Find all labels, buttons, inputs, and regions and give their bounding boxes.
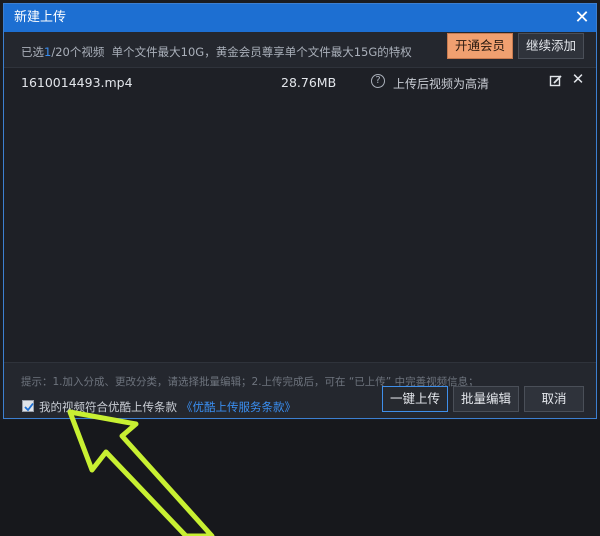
selected-prefix: 已选 — [21, 45, 44, 59]
file-name: 1610014493.mp4 — [21, 75, 133, 90]
file-size: 28.76MB — [281, 75, 337, 90]
continue-add-button[interactable]: 继续添加 — [518, 33, 584, 59]
selected-suffix: /20个视频 — [51, 45, 105, 59]
upload-button[interactable]: 一键上传 — [382, 386, 448, 412]
terms-link[interactable]: 《优酷上传服务条款》 — [181, 399, 296, 415]
close-icon[interactable]: ✕ — [572, 8, 592, 28]
batch-edit-button[interactable]: 批量编辑 — [453, 386, 519, 412]
cancel-button[interactable]: 取消 — [524, 386, 584, 412]
file-list-area — [4, 96, 596, 364]
agree-checkbox[interactable] — [22, 400, 34, 412]
question-icon[interactable]: ? — [371, 74, 385, 88]
edit-icon[interactable] — [549, 74, 563, 88]
quality-note: 上传后视频为高清 — [393, 77, 490, 91]
size-limits: 单个文件最大10G，黄金会员尊享单个文件最大15G的特权 — [111, 45, 412, 59]
dialog-titlebar: 新建上传 ✕ — [4, 4, 596, 32]
background-area — [0, 420, 600, 536]
dialog-title: 新建上传 — [14, 10, 67, 25]
file-row: 1610014493.mp4 28.76MB ? 上传后视频为高清 ✕ — [4, 68, 596, 96]
agree-label[interactable]: 我的视频符合优酷上传条款 — [39, 399, 177, 415]
selection-info: 已选1/20个视频 单个文件最大10G，黄金会员尊享单个文件最大15G的特权 — [21, 44, 412, 60]
remove-file-icon[interactable]: ✕ — [570, 70, 586, 88]
upload-dialog: 新建上传 ✕ 已选1/20个视频 单个文件最大10G，黄金会员尊享单个文件最大1… — [3, 3, 597, 419]
vip-button[interactable]: 开通会员 — [447, 33, 513, 59]
